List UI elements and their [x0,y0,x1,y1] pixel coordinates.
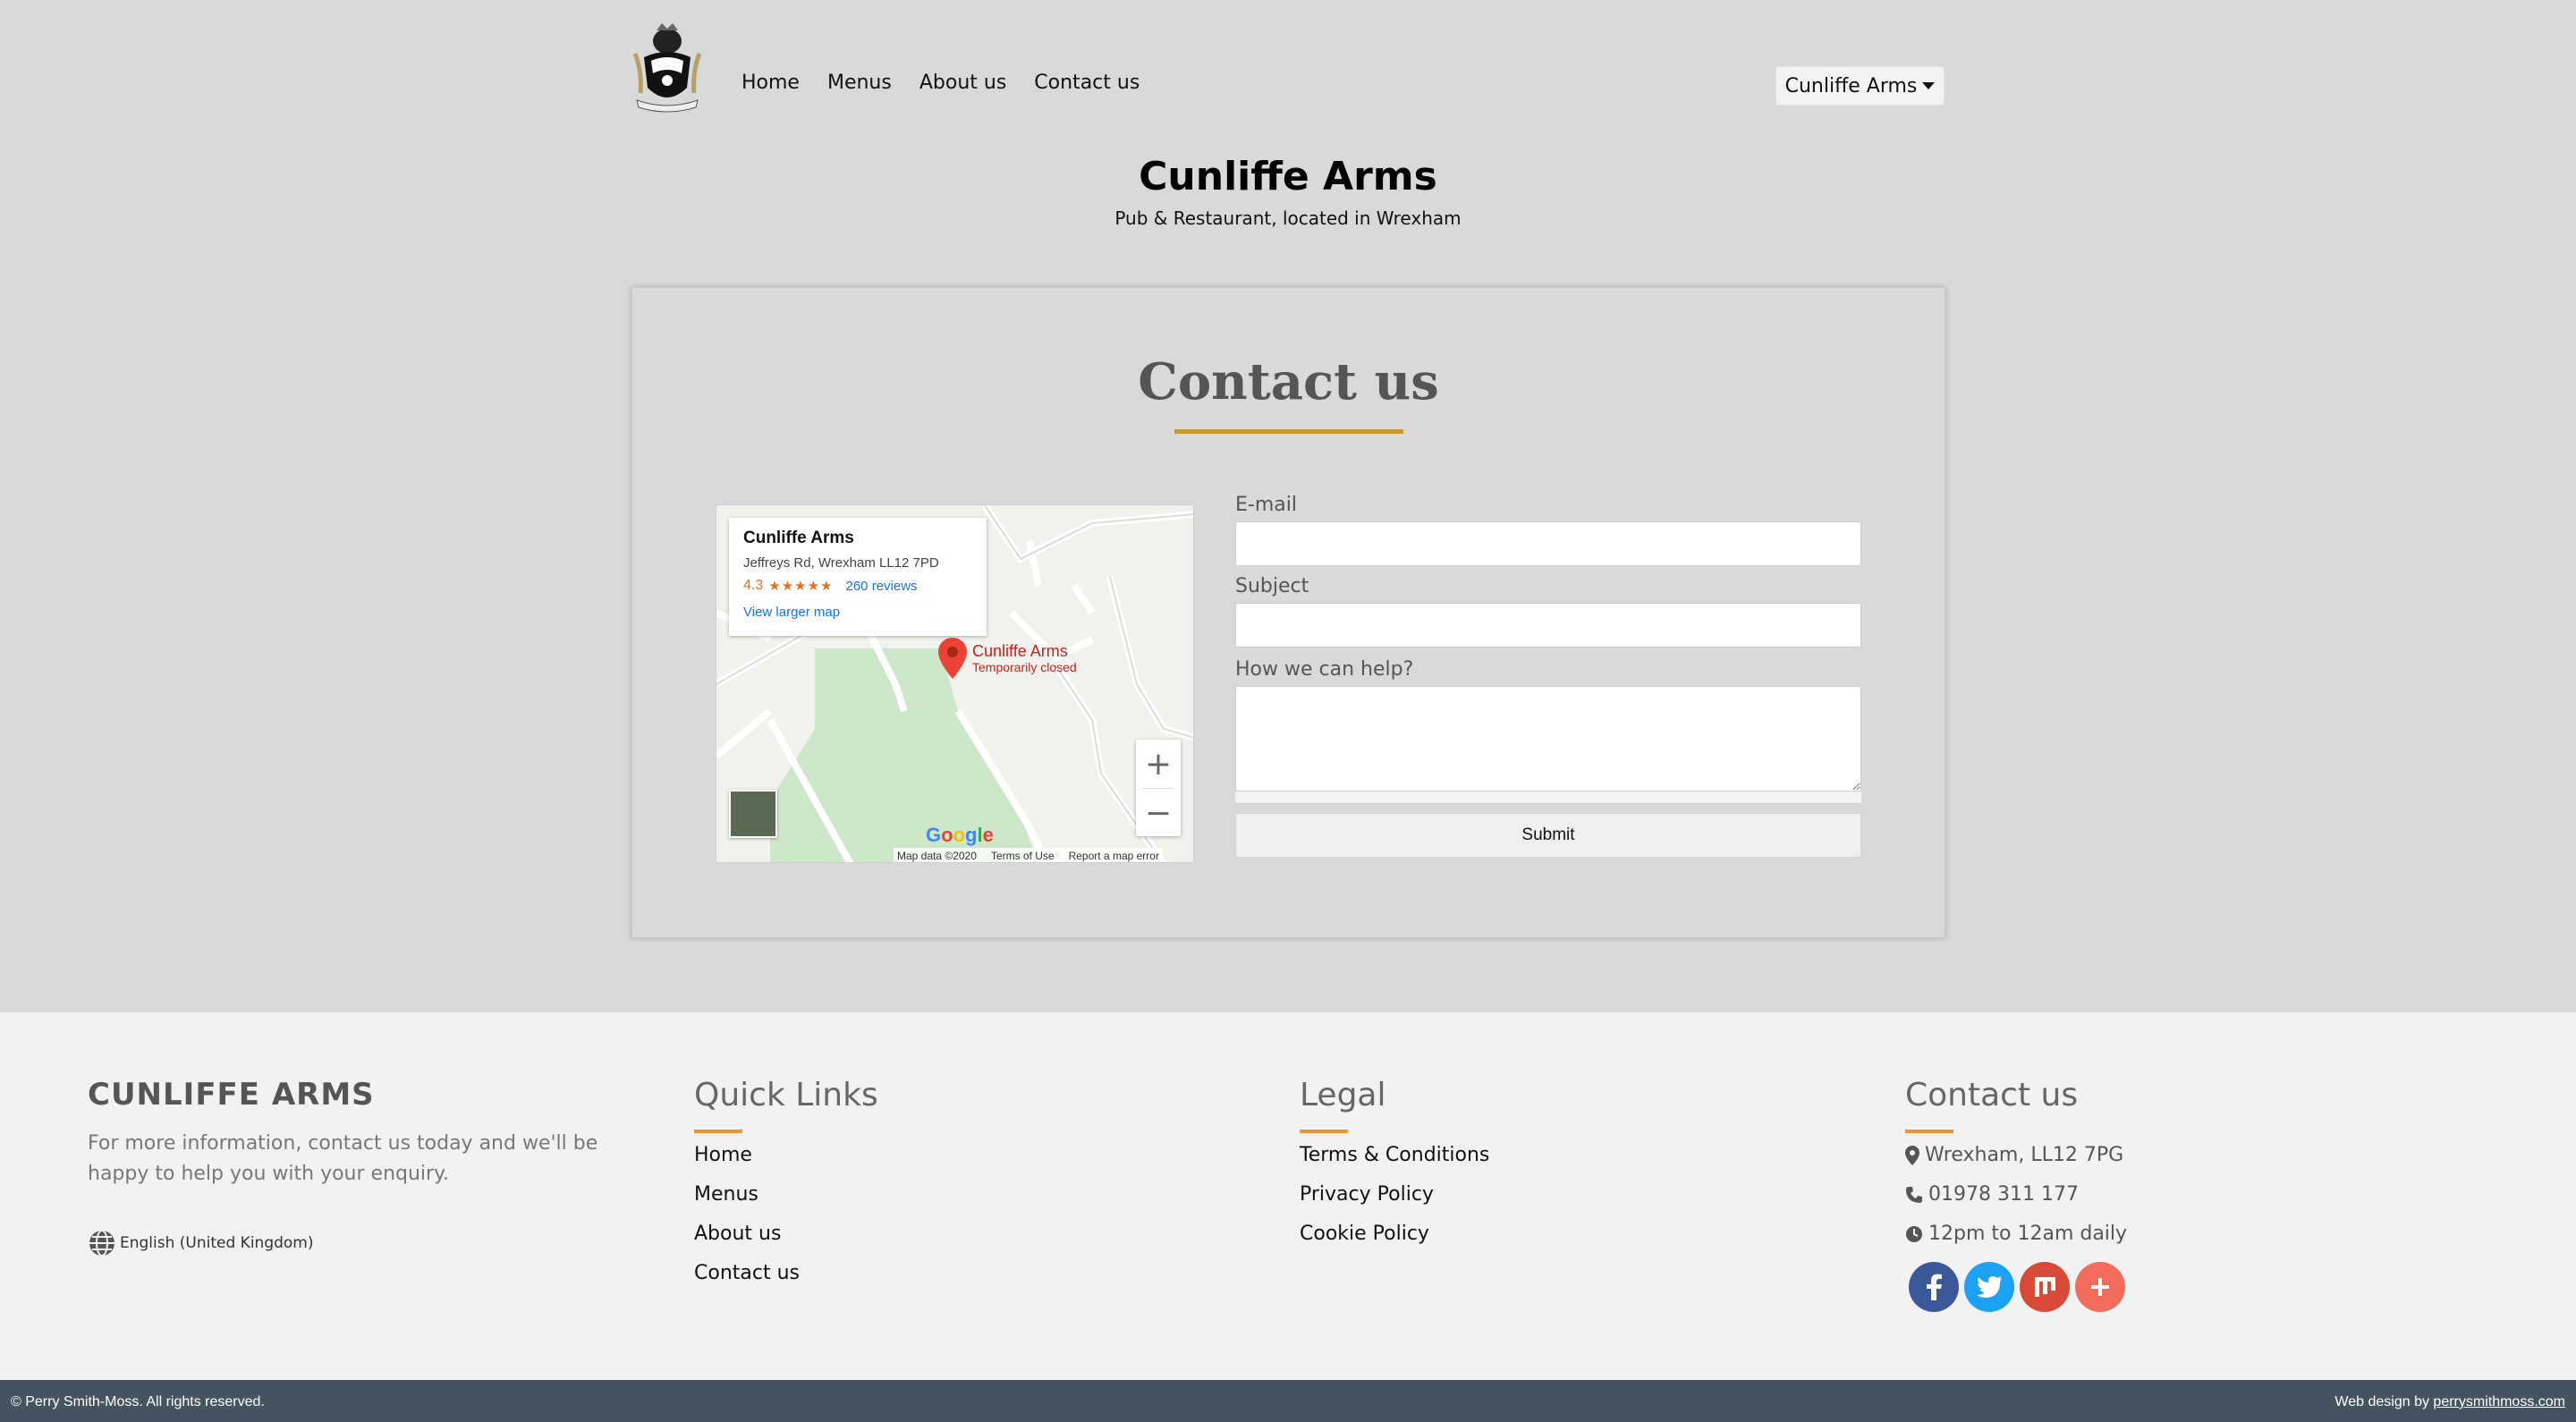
contact-heading: Contact us [1138,352,1439,411]
site-title: Cunliffe Arms [1139,154,1437,199]
footer-contact-underline [1905,1130,1953,1133]
footer-link-contact-us[interactable]: Contact us [694,1262,878,1284]
footer-link-menus[interactable]: Menus [694,1183,878,1206]
footer-brand: CUNLIFFE ARMS [88,1077,375,1113]
map-marker-icon [1905,1145,1919,1165]
site-select-label: Cunliffe Arms [1784,74,1918,97]
map-place-name: Cunliffe Arms [743,529,854,547]
contact-address-item: Wrexham, LL12 7PG [1905,1144,2127,1166]
twitter-icon[interactable] [1964,1262,2014,1312]
contact-info-list: Wrexham, LL12 7PG 01978 311 177 12pm to … [1905,1144,2127,1245]
crest-logo[interactable] [631,21,703,114]
map-pin-label: Cunliffe Arms Temporarily closed [972,643,1077,675]
footer-legal-column: Legal Terms & Conditions Privacy Policy … [1300,1077,1489,1262]
subject-field[interactable] [1235,603,1861,648]
nav-about-us[interactable]: About us [919,72,1006,94]
contact-hours: 12pm to 12am daily [1928,1223,2128,1245]
map-place-address: Jeffreys Rd, Wrexham LL12 7PD [743,555,939,571]
map-zoom-controls: + − [1136,740,1181,836]
footer-link-cookie[interactable]: Cookie Policy [1300,1223,1489,1245]
subject-label: Subject [1235,575,1309,597]
map-report-link[interactable]: Report a map error [1069,850,1159,862]
mix-icon[interactable] [2020,1262,2070,1312]
nav-contact-us[interactable]: Contact us [1034,72,1140,94]
social-links [1909,1262,2127,1312]
footer: CUNLIFFE ARMS For more information, cont… [0,1012,2576,1380]
view-larger-map-link[interactable]: View larger map [743,605,972,620]
footer-link-privacy[interactable]: Privacy Policy [1300,1183,1489,1206]
map-terms-link[interactable]: Terms of Use [991,850,1055,862]
footer-quick-links-column: Quick Links Home Menus About us Contact … [694,1077,878,1301]
map-rating-value: 4.3 [743,578,764,593]
google-map[interactable]: Cunliffe Arms Jeffreys Rd, Wrexham LL12 … [716,504,1194,863]
quick-links-heading: Quick Links [694,1077,878,1113]
footer-about-column: CUNLIFFE ARMS For more information, cont… [88,1077,660,1257]
quick-links-list: Home Menus About us Contact us [694,1144,878,1284]
credit-link[interactable]: perrysmithmoss.com [2433,1394,2565,1409]
language-label: English (United Kingdom) [120,1234,314,1252]
map-attribution: Map data ©2020 Terms of Use Report a map… [894,848,1163,862]
map-pin-name: Cunliffe Arms [972,642,1068,660]
copyright-text: © Perry Smith-Moss. All rights reserved. [11,1394,265,1409]
map-info-window: Cunliffe Arms Jeffreys Rd, Wrexham LL12 … [729,518,987,636]
zoom-out-button[interactable]: − [1136,789,1181,837]
nav-menus[interactable]: Menus [827,72,892,94]
contact-phone[interactable]: 01978 311 177 [1928,1183,2079,1206]
map-data-text: Map data ©2020 [897,850,977,862]
footer-link-about-us[interactable]: About us [694,1223,878,1245]
quick-links-underline [694,1130,742,1133]
help-label: How we can help? [1235,658,1414,681]
nav-home[interactable]: Home [741,72,800,94]
contact-form: E-mail Subject How we can help? Submit [1235,494,1861,858]
facebook-icon[interactable] [1909,1262,1959,1312]
contact-card: Contact us Cunliffe Arms Jeffreys Rd, Wr… [631,287,1945,938]
site-select-dropdown[interactable]: Cunliffe Arms [1775,66,1945,106]
satellite-toggle[interactable] [729,790,777,838]
caret-down-icon [1922,82,1936,89]
more-share-icon[interactable] [2075,1262,2125,1312]
credit-text: Web design by perrysmithmoss.com [2334,1394,2565,1410]
site-subtitle: Pub & Restaurant, located in Wrexham [1114,207,1462,229]
language-selector[interactable]: English (United Kingdom) [88,1229,660,1257]
footer-about-text: For more information, contact us today a… [88,1132,598,1185]
star-rating-icon: ★★★★★ [768,579,834,594]
map-rating: 4.3 ★★★★★ 260 reviews [743,578,972,594]
legal-heading: Legal [1300,1077,1386,1113]
header: Home Menus About us Contact us Cunliffe … [0,0,2576,1012]
contact-address: Wrexham, LL12 7PG [1925,1144,2124,1166]
footer-contact-heading: Contact us [1905,1077,2079,1113]
legal-links-list: Terms & Conditions Privacy Policy Cookie… [1300,1144,1489,1245]
heading-underline [1174,429,1403,434]
message-textarea[interactable] [1235,686,1861,791]
main-nav: Home Menus About us Contact us [741,72,1167,94]
phone-icon [1906,1186,1922,1203]
footer-link-terms[interactable]: Terms & Conditions [1300,1144,1489,1166]
contact-phone-item: 01978 311 177 [1905,1183,2127,1206]
credit-prefix: Web design by [2334,1394,2429,1409]
globe-icon [89,1230,114,1257]
form-spacer [1235,791,1861,804]
map-pin-status: Temporarily closed [972,660,1077,674]
google-logo: Google [926,824,994,846]
email-label: E-mail [1235,494,1297,516]
zoom-in-button[interactable]: + [1136,740,1181,788]
footer-contact-column: Contact us Wrexham, LL12 7PG 01978 311 1… [1905,1077,2127,1312]
legal-underline [1300,1130,1348,1133]
email-field[interactable] [1235,521,1861,566]
bottom-bar: © Perry Smith-Moss. All rights reserved.… [0,1380,2576,1422]
clock-icon [1906,1225,1922,1242]
contact-hours-item: 12pm to 12am daily [1905,1223,2127,1245]
map-pin-icon[interactable] [938,638,967,679]
map-reviews-link[interactable]: 260 reviews [846,579,918,594]
submit-button[interactable]: Submit [1235,813,1861,858]
footer-link-home[interactable]: Home [694,1144,878,1166]
